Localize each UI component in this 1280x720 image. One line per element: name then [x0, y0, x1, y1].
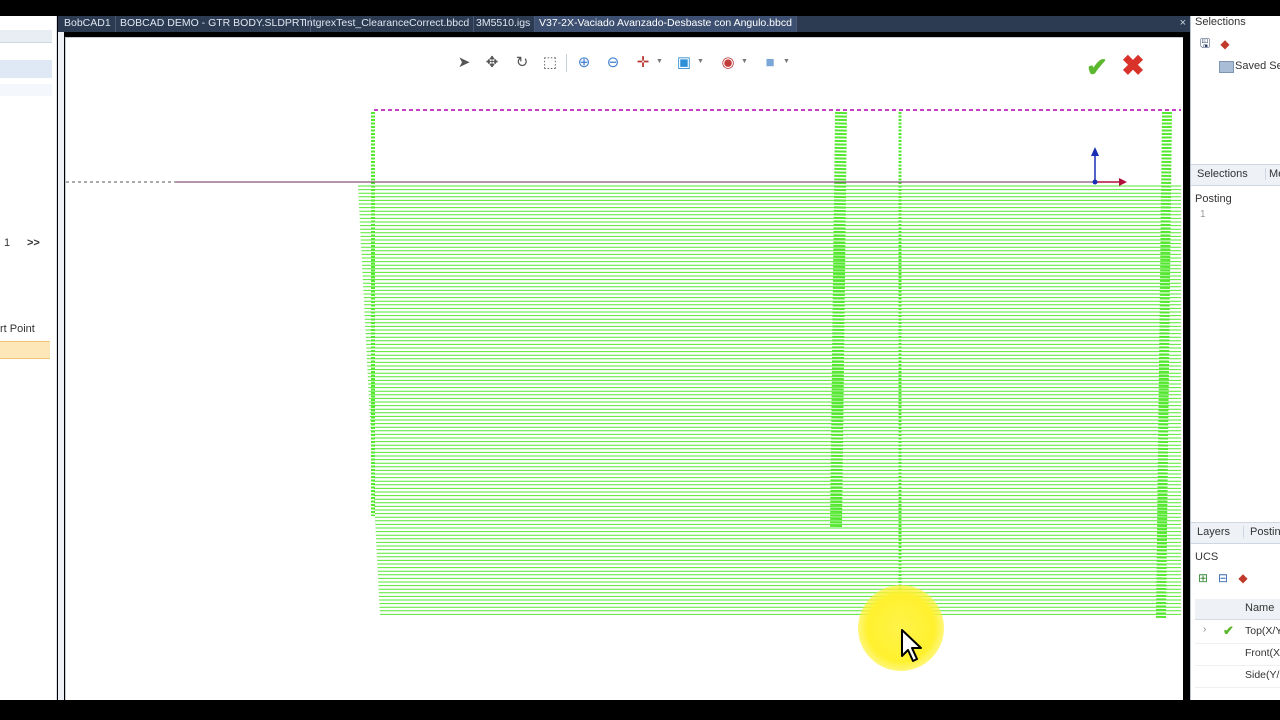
zoom-fit-icon[interactable]: ⊕ — [574, 52, 594, 72]
page-number: 1 — [4, 237, 11, 249]
eraser-icon[interactable]: ◆ — [1217, 36, 1233, 52]
toolbar-separator — [566, 54, 567, 72]
tab-posting[interactable]: Posting — [1243, 526, 1280, 538]
plunge-mid — [830, 111, 847, 529]
saved-selections-node[interactable]: Saved Sel — [1235, 60, 1280, 72]
right-panel: Selections 🖫 ◆ Saved Sel Selections Meas… — [1190, 16, 1280, 700]
tab-intgrex-test[interactable]: IntgrexTest_ClearanceCorrect.bbcd — [300, 16, 475, 32]
select-arrow-icon[interactable]: ➤ — [454, 52, 474, 72]
ucs-row[interactable]: Front(X — [1195, 643, 1280, 666]
tab-bobcad1[interactable]: BobCAD1 — [60, 16, 116, 32]
selected-row[interactable] — [0, 341, 50, 359]
ucs-row-name: Top(X/Y — [1245, 625, 1280, 637]
edit-ucs-icon[interactable]: ⊟ — [1215, 570, 1231, 586]
cube-view-icon[interactable]: ▣ — [674, 52, 694, 72]
ucs-row[interactable]: › ✔ Top(X/Y — [1195, 621, 1280, 644]
add-ucs-icon[interactable]: ⊞ — [1195, 570, 1211, 586]
chevron-down-icon[interactable]: ▼ — [741, 58, 748, 65]
tab-selections[interactable]: Selections — [1197, 168, 1248, 180]
bottom-black-bar — [0, 700, 1280, 720]
top-black-bar — [0, 0, 1280, 16]
start-point-label: rt Point — [0, 323, 35, 335]
toolpath-canvas — [66, 109, 1181, 619]
panel-splitter[interactable] — [58, 16, 64, 700]
pan-icon[interactable]: ✥ — [482, 52, 502, 72]
posting-line-number: 1 — [1200, 209, 1206, 220]
tab-3m5510[interactable]: 3M5510.igs — [472, 16, 536, 32]
left-panel-header — [0, 30, 52, 43]
graphics-viewport[interactable] — [65, 37, 1183, 701]
shaded-icon[interactable]: ■ — [760, 52, 780, 72]
folder-icon — [1219, 61, 1234, 73]
left-panel: 1 >> rt Point — [0, 16, 57, 700]
tab-gtr-body[interactable]: BOBCAD DEMO - GTR BODY.SLDPRT — [116, 16, 311, 32]
box-select-icon[interactable]: ⬚ — [540, 52, 560, 72]
rotate-icon[interactable]: ↻ — [512, 52, 532, 72]
visibility-icon[interactable]: ◉ — [718, 52, 738, 72]
posting-label: Posting — [1195, 193, 1232, 205]
ucs-label: UCS — [1195, 551, 1219, 563]
mouse-cursor-icon — [901, 629, 922, 662]
close-tab-icon[interactable]: × — [1180, 16, 1186, 31]
ucs-row-name: Front(X — [1245, 647, 1280, 659]
ucs-row-name: Side(Y/ — [1245, 669, 1280, 681]
tab-measure[interactable]: Meas — [1265, 168, 1280, 180]
selections-title: Selections — [1195, 16, 1246, 28]
axis-triad — [1091, 147, 1127, 186]
chevron-down-icon[interactable]: ▼ — [697, 58, 704, 65]
cancel-close-icon[interactable]: ✖ — [1120, 52, 1146, 80]
left-panel-subband — [0, 84, 52, 96]
bottom-panel-tabs: Layers Posting — [1191, 522, 1280, 544]
document-tab-bar: BobCAD1 BOBCAD DEMO - GTR BODY.SLDPRT In… — [58, 16, 1190, 32]
zoom-icon[interactable]: ⊖ — [603, 52, 623, 72]
top-panel-tabs: Selections Meas — [1191, 164, 1280, 186]
chevron-down-icon[interactable]: ▼ — [656, 58, 663, 65]
next-page-button[interactable]: >> — [27, 237, 40, 249]
ok-check-icon[interactable]: ✔ — [1084, 54, 1110, 80]
tab-v37-vaciado[interactable]: V37-2X-Vaciado Avanzado-Desbaste con Ang… — [535, 16, 797, 32]
save-icon[interactable]: 🖫 — [1197, 36, 1213, 52]
ucs-table-header: Name — [1195, 599, 1280, 620]
toolpath-pass-lines — [358, 185, 1181, 615]
expand-chevron-icon[interactable]: › — [1203, 624, 1206, 635]
active-check-icon: ✔ — [1223, 623, 1234, 638]
chevron-down-icon[interactable]: ▼ — [783, 58, 790, 65]
delete-ucs-icon[interactable]: ◆ — [1235, 570, 1251, 586]
tab-layers[interactable]: Layers — [1197, 526, 1230, 538]
left-panel-band — [0, 60, 52, 78]
ucs-name-column[interactable]: Name — [1245, 602, 1274, 614]
ucs-row[interactable]: Side(Y/ — [1195, 665, 1280, 688]
move-axis-icon[interactable]: ✛ — [633, 52, 653, 72]
